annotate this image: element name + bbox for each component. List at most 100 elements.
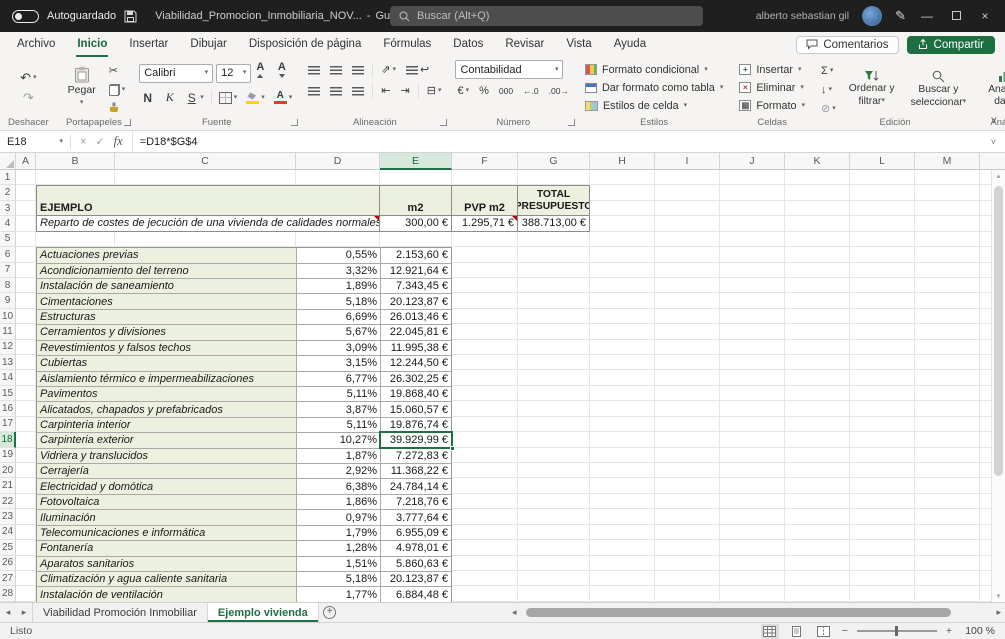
autosave-toggle[interactable] (12, 9, 39, 23)
align-center-button[interactable] (328, 86, 344, 97)
cell-item-pct-16[interactable]: 3,87% (297, 402, 381, 417)
row-header-18[interactable]: 18 (0, 432, 16, 448)
cell-item-name-20[interactable]: Cerrajería (37, 464, 297, 479)
row-header-7[interactable]: 7 (0, 262, 16, 278)
bold-button[interactable]: N (139, 90, 156, 106)
zoom-slider[interactable] (856, 626, 937, 636)
increase-indent-button[interactable]: ⇥ (399, 83, 412, 99)
cell-item-amount-7[interactable]: 12.921,64 € (381, 264, 451, 278)
cell-item-amount-17[interactable]: 19.876,74 € (381, 418, 451, 432)
fill-handle[interactable] (450, 445, 455, 451)
ribbon-tab-formulas[interactable]: Fórmulas (372, 32, 442, 57)
column-header-F[interactable]: F (452, 153, 518, 170)
fill-color-button[interactable] (244, 91, 267, 105)
cell-item-amount-26[interactable]: 5.860,63 € (381, 557, 451, 571)
hscroll-right-icon[interactable]: ▸ (996, 607, 1001, 618)
cell-item-name-12[interactable]: Revestimientos y falsos techos (37, 340, 297, 356)
cell-item-name-16[interactable]: Alicatados, chapados y prefabricados (37, 402, 297, 417)
cell-item-pct-7[interactable]: 3,32% (297, 263, 381, 278)
row-header-19[interactable]: 19 (0, 447, 16, 464)
formula-input[interactable]: =D18*$G$4 (131, 131, 982, 152)
row-header-26[interactable]: 26 (0, 555, 16, 571)
row-header-23[interactable]: 23 (0, 509, 16, 525)
cell-item-pct-23[interactable]: 0,97% (297, 510, 381, 525)
ribbon-tab-inicio[interactable]: Inicio (66, 32, 118, 57)
cell-item-amount-22[interactable]: 7.218,76 € (381, 495, 451, 509)
column-header-C[interactable]: C (115, 153, 296, 170)
decrease-indent-button[interactable]: ⇤ (379, 83, 392, 99)
orientation-button[interactable]: ⇗ (379, 62, 398, 78)
font-color-button[interactable]: A (272, 90, 295, 105)
column-header-J[interactable]: J (720, 153, 785, 170)
cell-item-amount-23[interactable]: 3.777,64 € (381, 510, 451, 524)
ribbon-tab-revisar[interactable]: Revisar (494, 32, 555, 57)
cell-item-pct-28[interactable]: 1,77% (297, 587, 381, 602)
column-header-I[interactable]: I (655, 153, 720, 170)
cell-item-name-14[interactable]: Aislamiento térmico e impermeabilizacion… (37, 371, 297, 386)
pen-icon[interactable]: ✎ (895, 8, 906, 24)
cell-item-name-25[interactable]: Fontanería (37, 541, 297, 556)
dialog-launcher-icon[interactable] (124, 119, 132, 126)
add-sheet-button[interactable]: + (319, 603, 341, 622)
column-header-L[interactable]: L (850, 153, 915, 170)
ribbon-tab-dibujar[interactable]: Dibujar (179, 32, 237, 57)
cell-item-amount-25[interactable]: 4.978,01 € (381, 541, 451, 555)
cell-item-pct-10[interactable]: 6,69% (297, 309, 381, 325)
sheet-nav-left-icon[interactable]: ◂ (0, 603, 16, 622)
column-header-D[interactable]: D (296, 153, 380, 170)
cell-item-name-23[interactable]: Iluminación (37, 510, 297, 525)
cell-item-pct-21[interactable]: 6,38% (297, 479, 381, 494)
cell-item-amount-21[interactable]: 24.784,14 € (381, 479, 451, 493)
row-header-21[interactable]: 21 (0, 478, 16, 494)
collapse-ribbon-icon[interactable]: ˅ (991, 115, 997, 127)
cell-pvp-header[interactable]: PVP m2 (452, 185, 518, 217)
number-format-select[interactable]: Contabilidad (455, 60, 564, 79)
dialog-launcher-icon[interactable] (440, 119, 448, 126)
maximize-button[interactable] (948, 9, 964, 23)
row-header-14[interactable]: 14 (0, 370, 16, 386)
enter-icon[interactable]: ✓ (95, 135, 104, 148)
wrap-text-button[interactable]: ↩ (404, 62, 431, 78)
cell-item-amount-24[interactable]: 6.955,09 € (381, 526, 451, 540)
insert-function-icon[interactable]: fx (114, 134, 123, 149)
cell-item-pct-19[interactable]: 1,87% (297, 448, 381, 464)
cell-item-pct-12[interactable]: 3,09% (297, 340, 381, 356)
normal-view-button[interactable] (760, 623, 779, 639)
copy-button[interactable] (107, 83, 128, 97)
cell-item-amount-6[interactable]: 2.153,60 € (381, 248, 451, 262)
cell-m2-header[interactable]: m2 (380, 185, 452, 217)
cell-item-name-15[interactable]: Pavimentos (37, 386, 297, 402)
zoom-out-button[interactable]: − (842, 625, 848, 637)
fill-button[interactable]: ↓ (819, 82, 838, 98)
row-header-5[interactable]: 5 (0, 231, 16, 248)
insert-cells-button[interactable]: + Insertar (737, 61, 807, 78)
scroll-up-icon[interactable]: ▴ (992, 172, 1005, 180)
shrink-font-button[interactable]: A (276, 60, 294, 86)
row-header-20[interactable]: 20 (0, 463, 16, 479)
grow-font-button[interactable]: A (254, 60, 272, 86)
cell-item-pct-6[interactable]: 0,55% (297, 248, 381, 263)
column-header-E[interactable]: E (380, 153, 452, 170)
close-button[interactable]: × (977, 9, 993, 23)
share-button[interactable]: Compartir (906, 35, 995, 54)
ribbon-tab-insertar[interactable]: Insertar (118, 32, 179, 57)
decrease-decimal-button[interactable]: .00→ (547, 83, 571, 99)
row-header-6[interactable]: 6 (0, 247, 16, 263)
ribbon-tab-ayuda[interactable]: Ayuda (603, 32, 657, 57)
ribbon-tab-vista[interactable]: Vista (555, 32, 602, 57)
cell-ejemplo-header[interactable]: EJEMPLO (36, 185, 380, 217)
column-header-H[interactable]: H (590, 153, 655, 170)
row-header-17[interactable]: 17 (0, 416, 16, 433)
format-as-table-button[interactable]: Dar formato como tabla (583, 79, 725, 96)
cell-item-name-10[interactable]: Estructuras (37, 309, 297, 325)
cell-item-pct-27[interactable]: 5,18% (297, 572, 381, 587)
row-header-11[interactable]: 11 (0, 324, 16, 340)
cell-m2-value[interactable]: 300,00 € (380, 216, 452, 232)
cell-item-name-8[interactable]: Instalación de saneamiento (37, 278, 297, 294)
row-header-15[interactable]: 15 (0, 385, 16, 402)
conditional-formatting-button[interactable]: Formato condicional (583, 61, 725, 78)
cell-item-pct-25[interactable]: 1,28% (297, 541, 381, 556)
cut-button[interactable]: ✂ (107, 63, 128, 79)
undo-button[interactable]: ↶ (18, 70, 38, 86)
align-bottom-button[interactable] (350, 65, 366, 76)
